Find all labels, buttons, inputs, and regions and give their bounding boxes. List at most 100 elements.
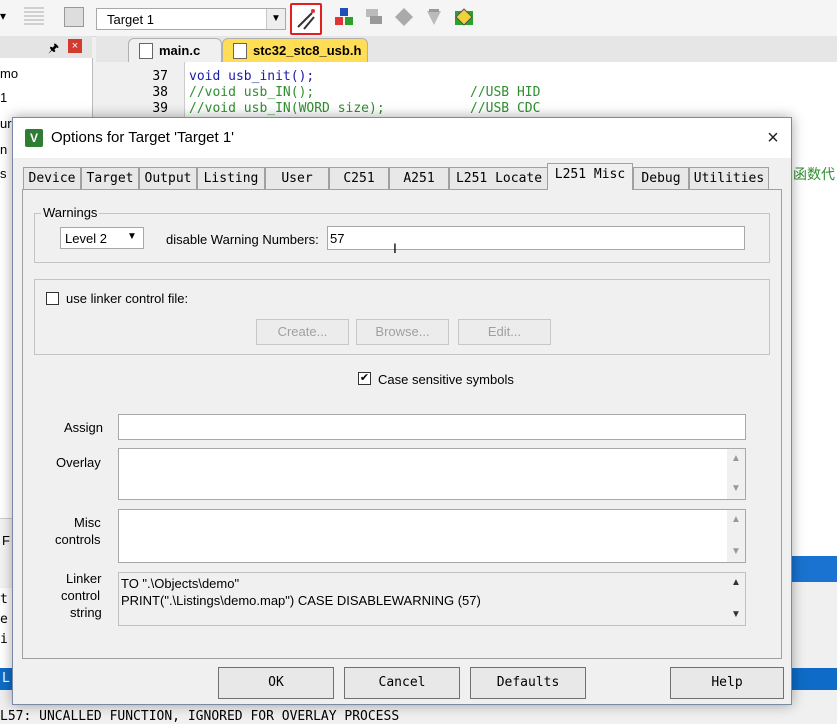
project-panel-header: 🖈 × bbox=[0, 36, 92, 59]
output-panel-edge: t e i bbox=[0, 588, 12, 668]
use-linker-control-checkbox[interactable] bbox=[46, 292, 59, 305]
project-tree-item[interactable]: ur bbox=[0, 116, 12, 131]
scroll-up-icon[interactable]: ▲ bbox=[727, 451, 745, 467]
panel-fragment: F bbox=[2, 533, 10, 548]
dialog-title: Options for Target 'Target 1' bbox=[51, 129, 235, 146]
disable-warning-label: disable Warning Numbers: bbox=[166, 232, 319, 247]
file-icon bbox=[139, 43, 153, 59]
load-icon[interactable] bbox=[64, 7, 84, 27]
cancel-button[interactable]: Cancel bbox=[344, 667, 460, 699]
tab-output[interactable]: Output bbox=[139, 167, 197, 189]
tab-stc32-stc8-usb-h[interactable]: stc32_stc8_usb.h bbox=[222, 38, 368, 62]
tab-l251-misc[interactable]: L251 Misc bbox=[547, 163, 633, 190]
dialog-titlebar: V Options for Target 'Target 1' × bbox=[13, 118, 791, 158]
magic-wand-icon bbox=[297, 9, 315, 30]
tab-a251[interactable]: A251 bbox=[389, 167, 449, 189]
disable-warning-value: 57 bbox=[330, 231, 345, 246]
help-button[interactable]: Help bbox=[670, 667, 784, 699]
tab-main-c[interactable]: main.c bbox=[128, 38, 222, 62]
tab-listing[interactable]: Listing bbox=[197, 167, 265, 189]
linker-string-label-line1: Linker bbox=[66, 571, 102, 586]
file-icon bbox=[233, 43, 247, 59]
output-fragment: t bbox=[0, 592, 8, 607]
options-for-target-button[interactable] bbox=[290, 3, 322, 35]
linker-string-label-line3: string bbox=[70, 605, 102, 620]
code-line: //void usb_IN(WORD size); bbox=[189, 101, 385, 116]
toolbar-dropdown-arrow-icon[interactable]: ▾ bbox=[0, 9, 6, 23]
edit-button[interactable]: Edit... bbox=[458, 319, 551, 345]
output-fragment: e bbox=[0, 612, 8, 627]
pin-icon[interactable]: 🖈 bbox=[48, 39, 59, 60]
project-tree-item[interactable]: n bbox=[0, 142, 7, 157]
build-icon[interactable] bbox=[334, 7, 354, 27]
target-select-value: Target 1 bbox=[107, 12, 154, 27]
linker-string-line1: TO ".\Objects\demo" bbox=[121, 576, 240, 591]
misc-label-line1: Misc bbox=[74, 515, 101, 530]
scroll-up-icon[interactable]: ▲ bbox=[727, 512, 745, 528]
case-sensitive-label: Case sensitive symbols bbox=[378, 372, 514, 387]
tab-device[interactable]: Device bbox=[23, 167, 81, 189]
download-icon[interactable] bbox=[454, 7, 474, 27]
overlay-textarea[interactable]: ▲ ▼ bbox=[118, 448, 746, 500]
scroll-region bbox=[792, 556, 837, 582]
linker-string-line2: PRINT(".\Listings\demo.map") CASE DISABL… bbox=[121, 593, 481, 608]
linker-string-label-line2: control bbox=[61, 588, 101, 603]
toolbar-grid-icon[interactable] bbox=[24, 7, 44, 27]
tab-user[interactable]: User bbox=[265, 167, 329, 189]
ide-toolbar: ▾ Target 1 ▼ bbox=[0, 0, 837, 37]
ok-button[interactable]: OK bbox=[218, 667, 334, 699]
project-tree-item[interactable]: s bbox=[0, 166, 7, 181]
assign-input[interactable] bbox=[118, 414, 746, 440]
code-comment: //USB HID bbox=[470, 85, 541, 100]
code-comment-chinese: 函数代 bbox=[793, 167, 835, 183]
disable-warning-input[interactable]: 57 bbox=[327, 226, 745, 250]
misc-label-line2: controls bbox=[55, 532, 101, 547]
target-select[interactable]: Target 1 ▼ bbox=[96, 8, 286, 30]
stop-build-icon[interactable] bbox=[424, 7, 444, 27]
code-comment: //USB CDC bbox=[470, 101, 541, 116]
overlay-scrollbar[interactable]: ▲ ▼ bbox=[727, 449, 745, 499]
options-dialog: V Options for Target 'Target 1' × Device… bbox=[12, 117, 792, 705]
chevron-down-icon[interactable]: ▼ bbox=[266, 9, 285, 29]
scroll-down-icon[interactable]: ▼ bbox=[727, 544, 745, 560]
misc-controls-textarea[interactable]: ▲ ▼ bbox=[118, 509, 746, 563]
project-tree-item[interactable]: mo bbox=[0, 66, 18, 81]
tab-l251-locate[interactable]: L251 Locate bbox=[449, 167, 549, 189]
line-number: 37 bbox=[152, 69, 168, 84]
tab-c251[interactable]: C251 bbox=[329, 167, 389, 189]
keil-app-icon: V bbox=[25, 129, 43, 147]
tab-debug[interactable]: Debug bbox=[633, 167, 689, 189]
project-tree-item[interactable]: 1 bbox=[0, 90, 7, 105]
rebuild-icon[interactable] bbox=[364, 7, 384, 27]
assign-label: Assign bbox=[64, 420, 104, 435]
close-icon[interactable]: × bbox=[761, 126, 785, 150]
case-sensitive-checkbox[interactable]: ✔ bbox=[358, 372, 371, 385]
tab-label: stc32_stc8_usb.h bbox=[253, 43, 362, 58]
misc-scrollbar[interactable]: ▲ ▼ bbox=[727, 510, 745, 562]
batch-build-icon[interactable] bbox=[394, 7, 414, 27]
defaults-button[interactable]: Defaults bbox=[470, 667, 586, 699]
close-panel-icon[interactable]: × bbox=[68, 39, 82, 53]
linker-string-scrollbar[interactable]: ▲ ▼ bbox=[727, 573, 745, 625]
scroll-down-icon[interactable]: ▼ bbox=[727, 607, 745, 623]
overlay-label: Overlay bbox=[56, 455, 101, 470]
line-number: 39 bbox=[152, 101, 168, 116]
tab-target[interactable]: Target bbox=[81, 167, 139, 189]
warning-level-value: Level 2 bbox=[65, 231, 107, 246]
linker-control-string-textarea[interactable]: TO ".\Objects\demo" PRINT(".\Listings\de… bbox=[118, 572, 746, 626]
tab-utilities[interactable]: Utilities bbox=[689, 167, 769, 189]
scroll-down-icon[interactable]: ▼ bbox=[727, 481, 745, 497]
output-fragment: i bbox=[0, 632, 8, 647]
code-line: void usb_init(); bbox=[189, 69, 315, 84]
create-button[interactable]: Create... bbox=[256, 319, 349, 345]
warning-level-select[interactable]: Level 2 ▼ bbox=[60, 227, 144, 249]
chevron-down-icon[interactable]: ▼ bbox=[127, 231, 137, 242]
tab-label: main.c bbox=[159, 43, 201, 58]
status-fragment: L bbox=[2, 671, 10, 686]
code-line: //void usb_IN(); bbox=[189, 85, 315, 100]
text-cursor-icon: I bbox=[393, 240, 397, 256]
build-output-line: L57: UNCALLED FUNCTION, IGNORED FOR OVER… bbox=[0, 709, 400, 724]
scroll-up-icon[interactable]: ▲ bbox=[727, 575, 745, 591]
line-number: 38 bbox=[152, 85, 168, 100]
browse-button[interactable]: Browse... bbox=[356, 319, 449, 345]
